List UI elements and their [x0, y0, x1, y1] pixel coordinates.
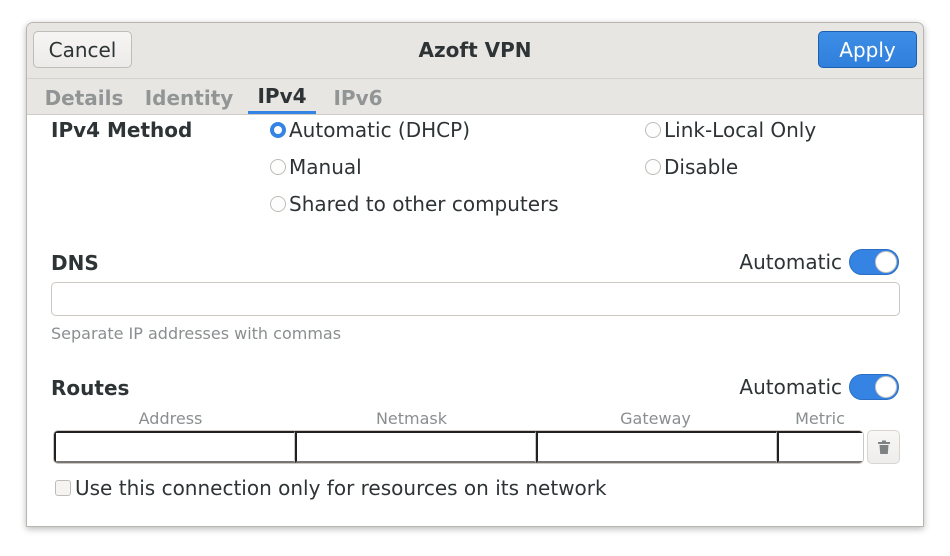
apply-button[interactable]: Apply: [818, 31, 917, 68]
radio-automatic-dhcp[interactable]: Automatic (DHCP): [270, 118, 470, 142]
trash-icon: [877, 440, 890, 454]
radio-unchecked-icon: [270, 159, 286, 175]
routes-automatic-group: Automatic: [739, 374, 899, 400]
radio-unchecked-icon: [645, 159, 661, 175]
radio-checked-icon: [270, 122, 286, 138]
vpn-settings-dialog: Cancel Azoft VPN Apply Details Identity …: [26, 22, 924, 527]
only-local-resources-checkbox[interactable]: Use this connection only for resources o…: [55, 476, 607, 500]
headerbar: Cancel Azoft VPN Apply: [27, 23, 923, 79]
ipv4-page: IPv4 Method Automatic (DHCP) Manual Shar…: [27, 116, 923, 526]
radio-unchecked-icon: [270, 196, 286, 212]
column-header-address: Address: [138, 409, 203, 428]
checkbox-unchecked-icon: [55, 480, 71, 496]
dialog-title: Azoft VPN: [418, 38, 532, 62]
column-header-metric: Metric: [795, 409, 845, 428]
radio-disable[interactable]: Disable: [645, 155, 738, 179]
tab-bar: Details Identity IPv4 IPv6: [27, 79, 923, 115]
column-header-netmask: Netmask: [375, 409, 448, 428]
tab-ipv4[interactable]: IPv4: [248, 81, 316, 114]
radio-disable-label: Disable: [664, 155, 739, 179]
only-local-resources-label: Use this connection only for resources o…: [75, 476, 607, 500]
switch-knob: [875, 376, 897, 398]
radio-manual-label: Manual: [289, 155, 362, 179]
switch-knob: [875, 251, 897, 273]
dns-automatic-switch[interactable]: [849, 249, 899, 275]
routes-automatic-label: Automatic: [739, 375, 842, 399]
tab-details[interactable]: Details: [45, 81, 124, 114]
route-row: [53, 430, 864, 464]
route-netmask-input[interactable]: [295, 431, 536, 463]
cancel-button[interactable]: Cancel: [33, 31, 132, 68]
dns-input[interactable]: [51, 282, 900, 316]
route-metric-input[interactable]: [777, 431, 863, 463]
delete-route-button[interactable]: [867, 430, 900, 464]
routes-label: Routes: [51, 376, 130, 400]
radio-shared[interactable]: Shared to other computers: [270, 192, 559, 216]
tab-ipv6[interactable]: IPv6: [333, 81, 382, 114]
ipv4-method-label: IPv4 Method: [51, 118, 193, 142]
tab-identity[interactable]: Identity: [145, 81, 234, 114]
dns-automatic-group: Automatic: [739, 249, 899, 275]
radio-shared-label: Shared to other computers: [289, 192, 559, 216]
column-header-gateway: Gateway: [620, 409, 691, 428]
dns-hint: Separate IP addresses with commas: [51, 324, 342, 343]
route-address-input[interactable]: [54, 431, 295, 463]
radio-link-local-label: Link-Local Only: [664, 118, 817, 142]
dns-label: DNS: [51, 251, 99, 275]
route-gateway-input[interactable]: [536, 431, 777, 463]
radio-manual[interactable]: Manual: [270, 155, 362, 179]
routes-automatic-switch[interactable]: [849, 374, 899, 400]
dns-automatic-label: Automatic: [739, 250, 842, 274]
radio-automatic-dhcp-label: Automatic (DHCP): [289, 118, 470, 142]
radio-unchecked-icon: [645, 122, 661, 138]
radio-link-local[interactable]: Link-Local Only: [645, 118, 816, 142]
